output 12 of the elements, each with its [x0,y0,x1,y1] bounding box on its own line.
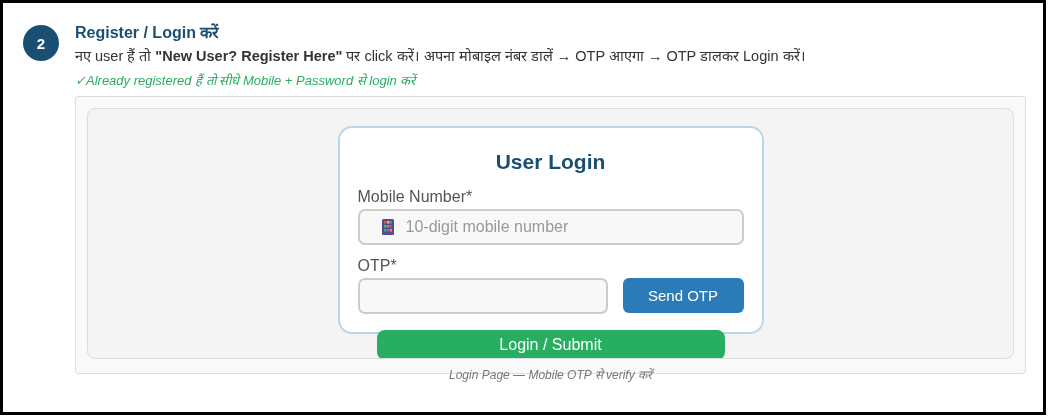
send-otp-button[interactable]: Send OTP [622,278,744,313]
step-title: Register / Login करें [75,22,221,43]
step-number: 2 [23,25,59,61]
step-note: ✓Already registered हैं तो सीधे Mobile + Password से login करें [75,72,419,90]
step-description: नए user हैं तो "New User? Register Here" पर click करें। अपना मोबाइल नंबर डालें → OTP आएगा → OTP डालकर Login करें। [75,47,807,66]
login-title: User Login [494,150,607,174]
otp-field[interactable] [357,278,608,314]
mobile-field[interactable]: 10-digit mobile number [357,209,744,245]
image-caption: Login Page — Mobile OTP से verify करें [87,366,1014,383]
submit-button[interactable]: Login / Submit [376,330,725,358]
field-label: OTP* [357,257,398,275]
field-label: Mobile Number* [357,188,474,206]
